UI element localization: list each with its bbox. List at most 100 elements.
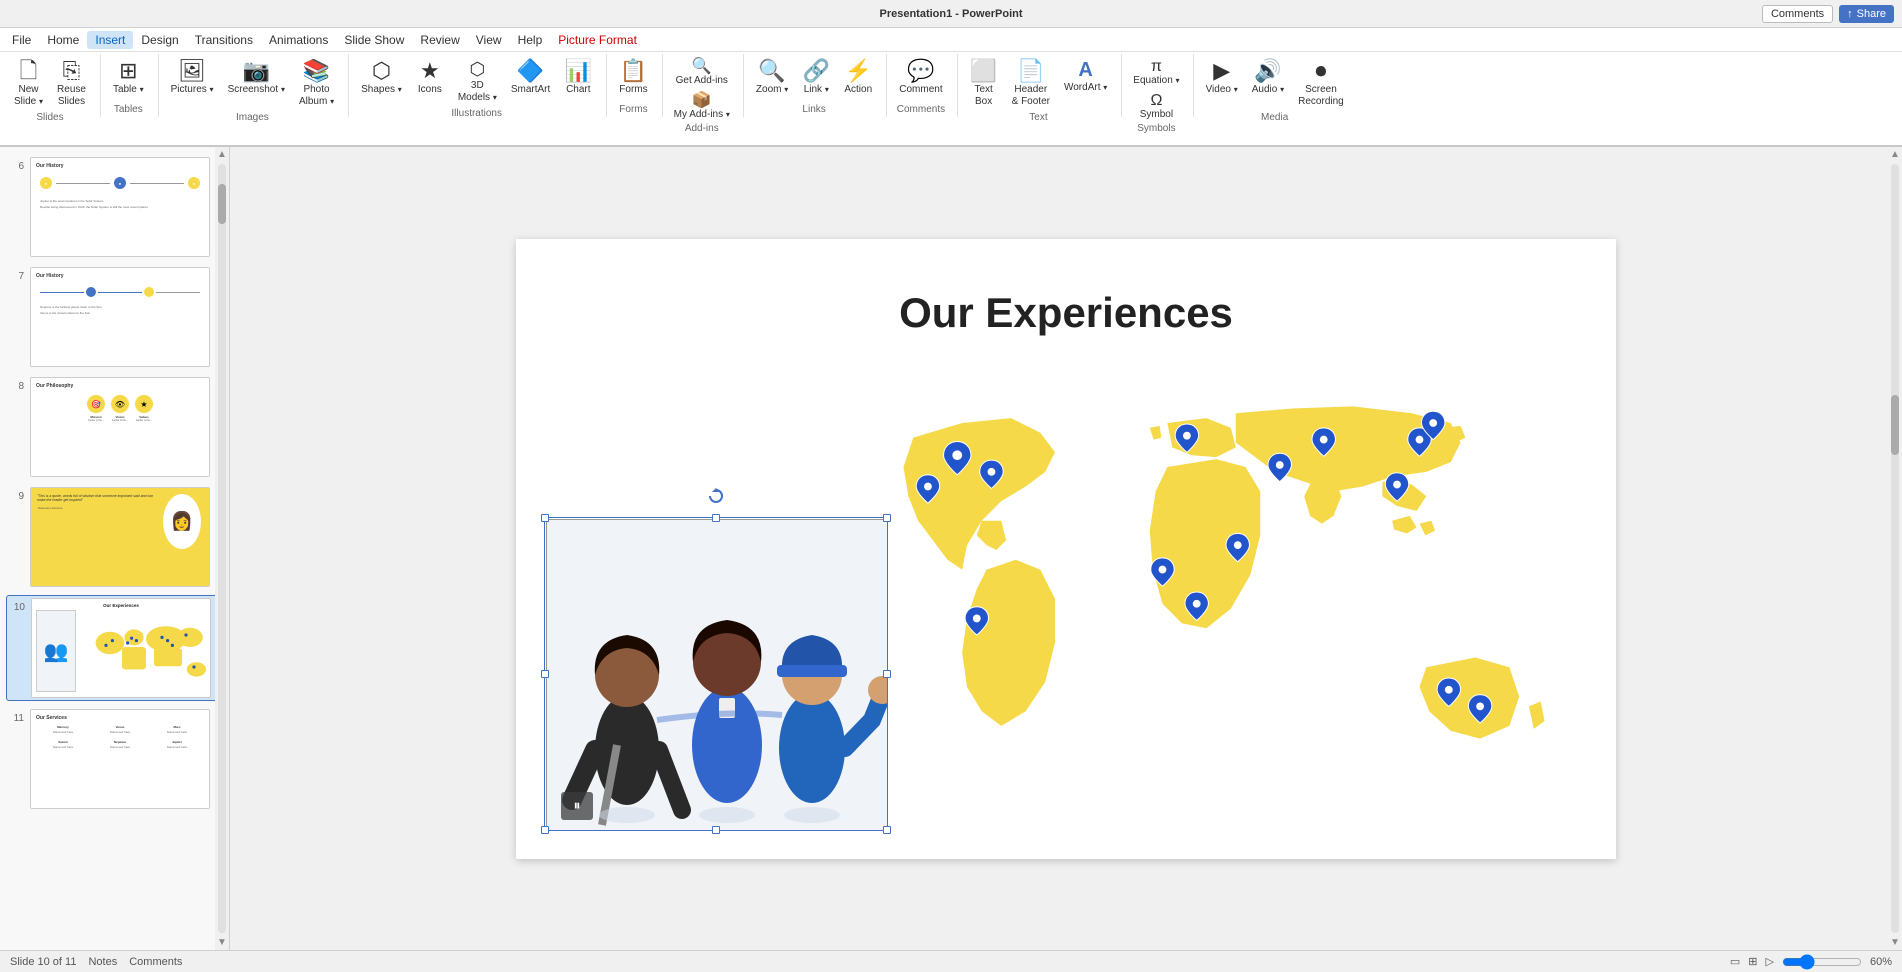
slide-thumb-10[interactable]: 10 Our Experiences 👥 — [6, 595, 223, 701]
menu-view[interactable]: View — [468, 31, 510, 49]
menu-file[interactable]: File — [4, 31, 39, 49]
forms-button[interactable]: 📋 Forms — [613, 56, 653, 100]
zoom-slider[interactable] — [1782, 954, 1862, 970]
ribbon-group-addins: 🔍 Get Add-ins 📦 My Add-ins ▾ Add-ins — [665, 54, 744, 117]
action-button[interactable]: ⚡ Action — [838, 56, 878, 100]
screenshot-button[interactable]: 📷 Screenshot ▾ — [222, 56, 291, 100]
media-group-label: Media — [1261, 112, 1288, 125]
smartart-button[interactable]: 🔷 SmartArt — [505, 56, 556, 100]
ribbon-group-slides: 🗋 NewSlide ▾ ⎘ ReuseSlides Slides — [4, 54, 101, 117]
table-button[interactable]: ⊞ Table ▾ — [107, 56, 150, 100]
slide-count: Slide 10 of 11 — [10, 956, 76, 968]
menu-transitions[interactable]: Transitions — [187, 31, 261, 49]
ribbon-content: 🗋 NewSlide ▾ ⎘ ReuseSlides Slides ⊞ Tabl… — [0, 52, 1902, 119]
action-icon: ⚡ — [845, 60, 872, 82]
3d-models-button[interactable]: ⬡ 3DModels ▾ — [452, 56, 503, 108]
shapes-button[interactable]: ⬡ Shapes ▾ — [355, 56, 408, 100]
ribbon-group-links: 🔍 Zoom ▾ 🔗 Link ▾ ⚡ Action Links — [746, 54, 887, 117]
slide-num-6: 6 — [8, 157, 24, 172]
comments-button[interactable]: Comments — [1762, 5, 1833, 23]
slide-thumb-6[interactable]: 6 Our History ● ● ● Jupiter is the secon… — [6, 155, 223, 259]
equation-button[interactable]: π Equation ▾ — [1128, 56, 1184, 89]
scroll-up-arrow[interactable]: ▲ — [217, 147, 227, 162]
my-addins-button[interactable]: 📦 My Add-ins ▾ — [669, 90, 735, 123]
text-box-button[interactable]: ⬜ TextBox — [964, 56, 1004, 112]
chart-button[interactable]: 📊 Chart — [558, 56, 598, 100]
get-addins-button[interactable]: 🔍 Get Add-ins — [669, 56, 735, 89]
table-icon: ⊞ — [119, 60, 137, 82]
ribbon-group-media: ▶ Video ▾ 🔊 Audio ▾ ⏺ ScreenRecording Me… — [1196, 54, 1358, 117]
tables-group-label: Tables — [114, 104, 143, 117]
screen-recording-button[interactable]: ⏺ ScreenRecording — [1292, 56, 1350, 112]
menu-help[interactable]: Help — [510, 31, 551, 49]
menu-picture-format[interactable]: Picture Format — [550, 31, 645, 49]
comments-status[interactable]: Comments — [129, 956, 182, 968]
ribbon-group-links-items: 🔍 Zoom ▾ 🔗 Link ▾ ⚡ Action — [750, 54, 878, 104]
links-group-label: Links — [802, 104, 825, 117]
ribbon-group-media-items: ▶ Video ▾ 🔊 Audio ▾ ⏺ ScreenRecording — [1200, 54, 1350, 112]
audio-icon: 🔊 — [1254, 60, 1281, 82]
canvas-scroll-up[interactable]: ▲ — [1890, 147, 1900, 162]
symbol-icon: Ω — [1150, 93, 1162, 109]
slide-preview-11: Our Services MercurySome text here Venus… — [30, 709, 210, 809]
ribbon-group-symbols-items: π Equation ▾ Ω Symbol — [1128, 54, 1184, 123]
canvas-right-scrollbar[interactable]: ▲ ▼ — [1888, 147, 1902, 950]
images-group-label: Images — [236, 112, 269, 125]
slide-num-7: 7 — [8, 267, 24, 282]
slide-thumb-11[interactable]: 11 Our Services MercurySome text here Ve… — [6, 707, 223, 811]
3d-models-icon: ⬡ — [469, 60, 485, 78]
view-normal[interactable]: ▭ — [1730, 955, 1740, 968]
slide-preview-6: Our History ● ● ● Jupiter is the second … — [30, 157, 210, 257]
symbols-column: π Equation ▾ Ω Symbol — [1128, 56, 1184, 123]
menu-design[interactable]: Design — [133, 31, 186, 49]
shapes-icon: ⬡ — [372, 60, 391, 82]
view-slide-show[interactable]: ▷ — [1766, 955, 1774, 968]
view-outline[interactable]: ⊞ — [1748, 955, 1757, 968]
title-bar: Presentation1 - PowerPoint Comments ↑ Sh… — [0, 0, 1902, 28]
header-footer-button[interactable]: 📄 Header& Footer — [1006, 56, 1056, 112]
scroll-track — [218, 164, 226, 933]
slide-thumb-9[interactable]: 9 "This is a quote, words full of wisdom… — [6, 485, 223, 589]
wordart-button[interactable]: A WordArt ▾ — [1058, 56, 1113, 98]
symbol-button[interactable]: Ω Symbol — [1128, 90, 1184, 123]
canvas-scroll-thumb[interactable] — [1891, 395, 1899, 455]
rotate-handle[interactable] — [708, 488, 724, 504]
canvas-area[interactable]: Our Experiences — [230, 147, 1902, 950]
ribbon-group-forms: 📋 Forms Forms — [609, 54, 662, 117]
pause-icon[interactable]: ⏸ — [561, 792, 593, 820]
share-button[interactable]: ↑ Share — [1839, 5, 1894, 23]
view-controls: ▭ ⊞ ▷ 60% — [1730, 954, 1892, 970]
scroll-down-arrow[interactable]: ▼ — [217, 935, 227, 950]
canvas-scroll-down[interactable]: ▼ — [1890, 935, 1900, 950]
pictures-button[interactable]: 🖼 Pictures ▾ — [165, 56, 220, 100]
icons-button[interactable]: ★ Icons — [410, 56, 450, 100]
reuse-slides-button[interactable]: ⎘ ReuseSlides — [51, 56, 92, 112]
notes-button[interactable]: Notes — [88, 956, 117, 968]
menu-animations[interactable]: Animations — [261, 31, 336, 49]
world-map[interactable] — [876, 379, 1576, 809]
person-illustration[interactable]: ⏸ — [546, 519, 886, 829]
slide-thumb-7[interactable]: 7 Our History Neptune is the furthest pl… — [6, 265, 223, 369]
link-button[interactable]: 🔗 Link ▾ — [796, 56, 836, 100]
audio-button[interactable]: 🔊 Audio ▾ — [1246, 56, 1290, 100]
top-right-actions: Comments ↑ Share — [1762, 5, 1894, 23]
scroll-thumb[interactable] — [218, 184, 226, 224]
slide-canvas: Our Experiences — [516, 239, 1616, 859]
app-title: Presentation1 - PowerPoint — [879, 8, 1022, 20]
slides-panel: 6 Our History ● ● ● Jupiter is the secon… — [0, 147, 230, 950]
slide-title: Our Experiences — [516, 289, 1616, 337]
new-slide-button[interactable]: 🗋 NewSlide ▾ — [8, 56, 49, 112]
photo-album-button[interactable]: 📚 PhotoAlbum ▾ — [293, 56, 340, 112]
slides-scrollbar[interactable]: ▲ ▼ — [215, 147, 229, 950]
menu-insert[interactable]: Insert — [87, 31, 133, 49]
slide-thumb-8[interactable]: 8 Our Philosophy 🎯 Mission Jupiter is th… — [6, 375, 223, 479]
menu-review[interactable]: Review — [412, 31, 467, 49]
video-button[interactable]: ▶ Video ▾ — [1200, 56, 1244, 100]
ribbon-group-illustrations-items: ⬡ Shapes ▾ ★ Icons ⬡ 3DModels ▾ 🔷 SmartA… — [355, 54, 598, 108]
menu-home[interactable]: Home — [39, 31, 87, 49]
ribbon-group-illustrations: ⬡ Shapes ▾ ★ Icons ⬡ 3DModels ▾ 🔷 SmartA… — [351, 54, 607, 117]
comment-button[interactable]: 💬 Comment — [893, 56, 948, 100]
zoom-button[interactable]: 🔍 Zoom ▾ — [750, 56, 794, 100]
menu-slideshow[interactable]: Slide Show — [336, 31, 412, 49]
wordart-icon: A — [1078, 60, 1092, 80]
